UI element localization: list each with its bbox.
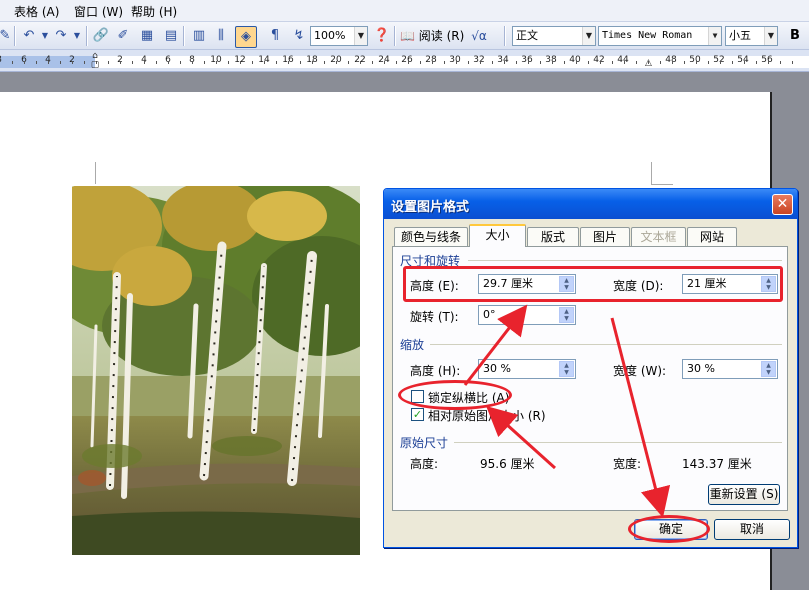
annotation-arrows [463, 304, 671, 518]
arrow-to-lock-aspect [486, 405, 557, 470]
arrow-to-size-box [463, 304, 528, 386]
tab-size[interactable]: 大小 [469, 224, 526, 247]
arrow-to-ok-button [610, 317, 671, 518]
